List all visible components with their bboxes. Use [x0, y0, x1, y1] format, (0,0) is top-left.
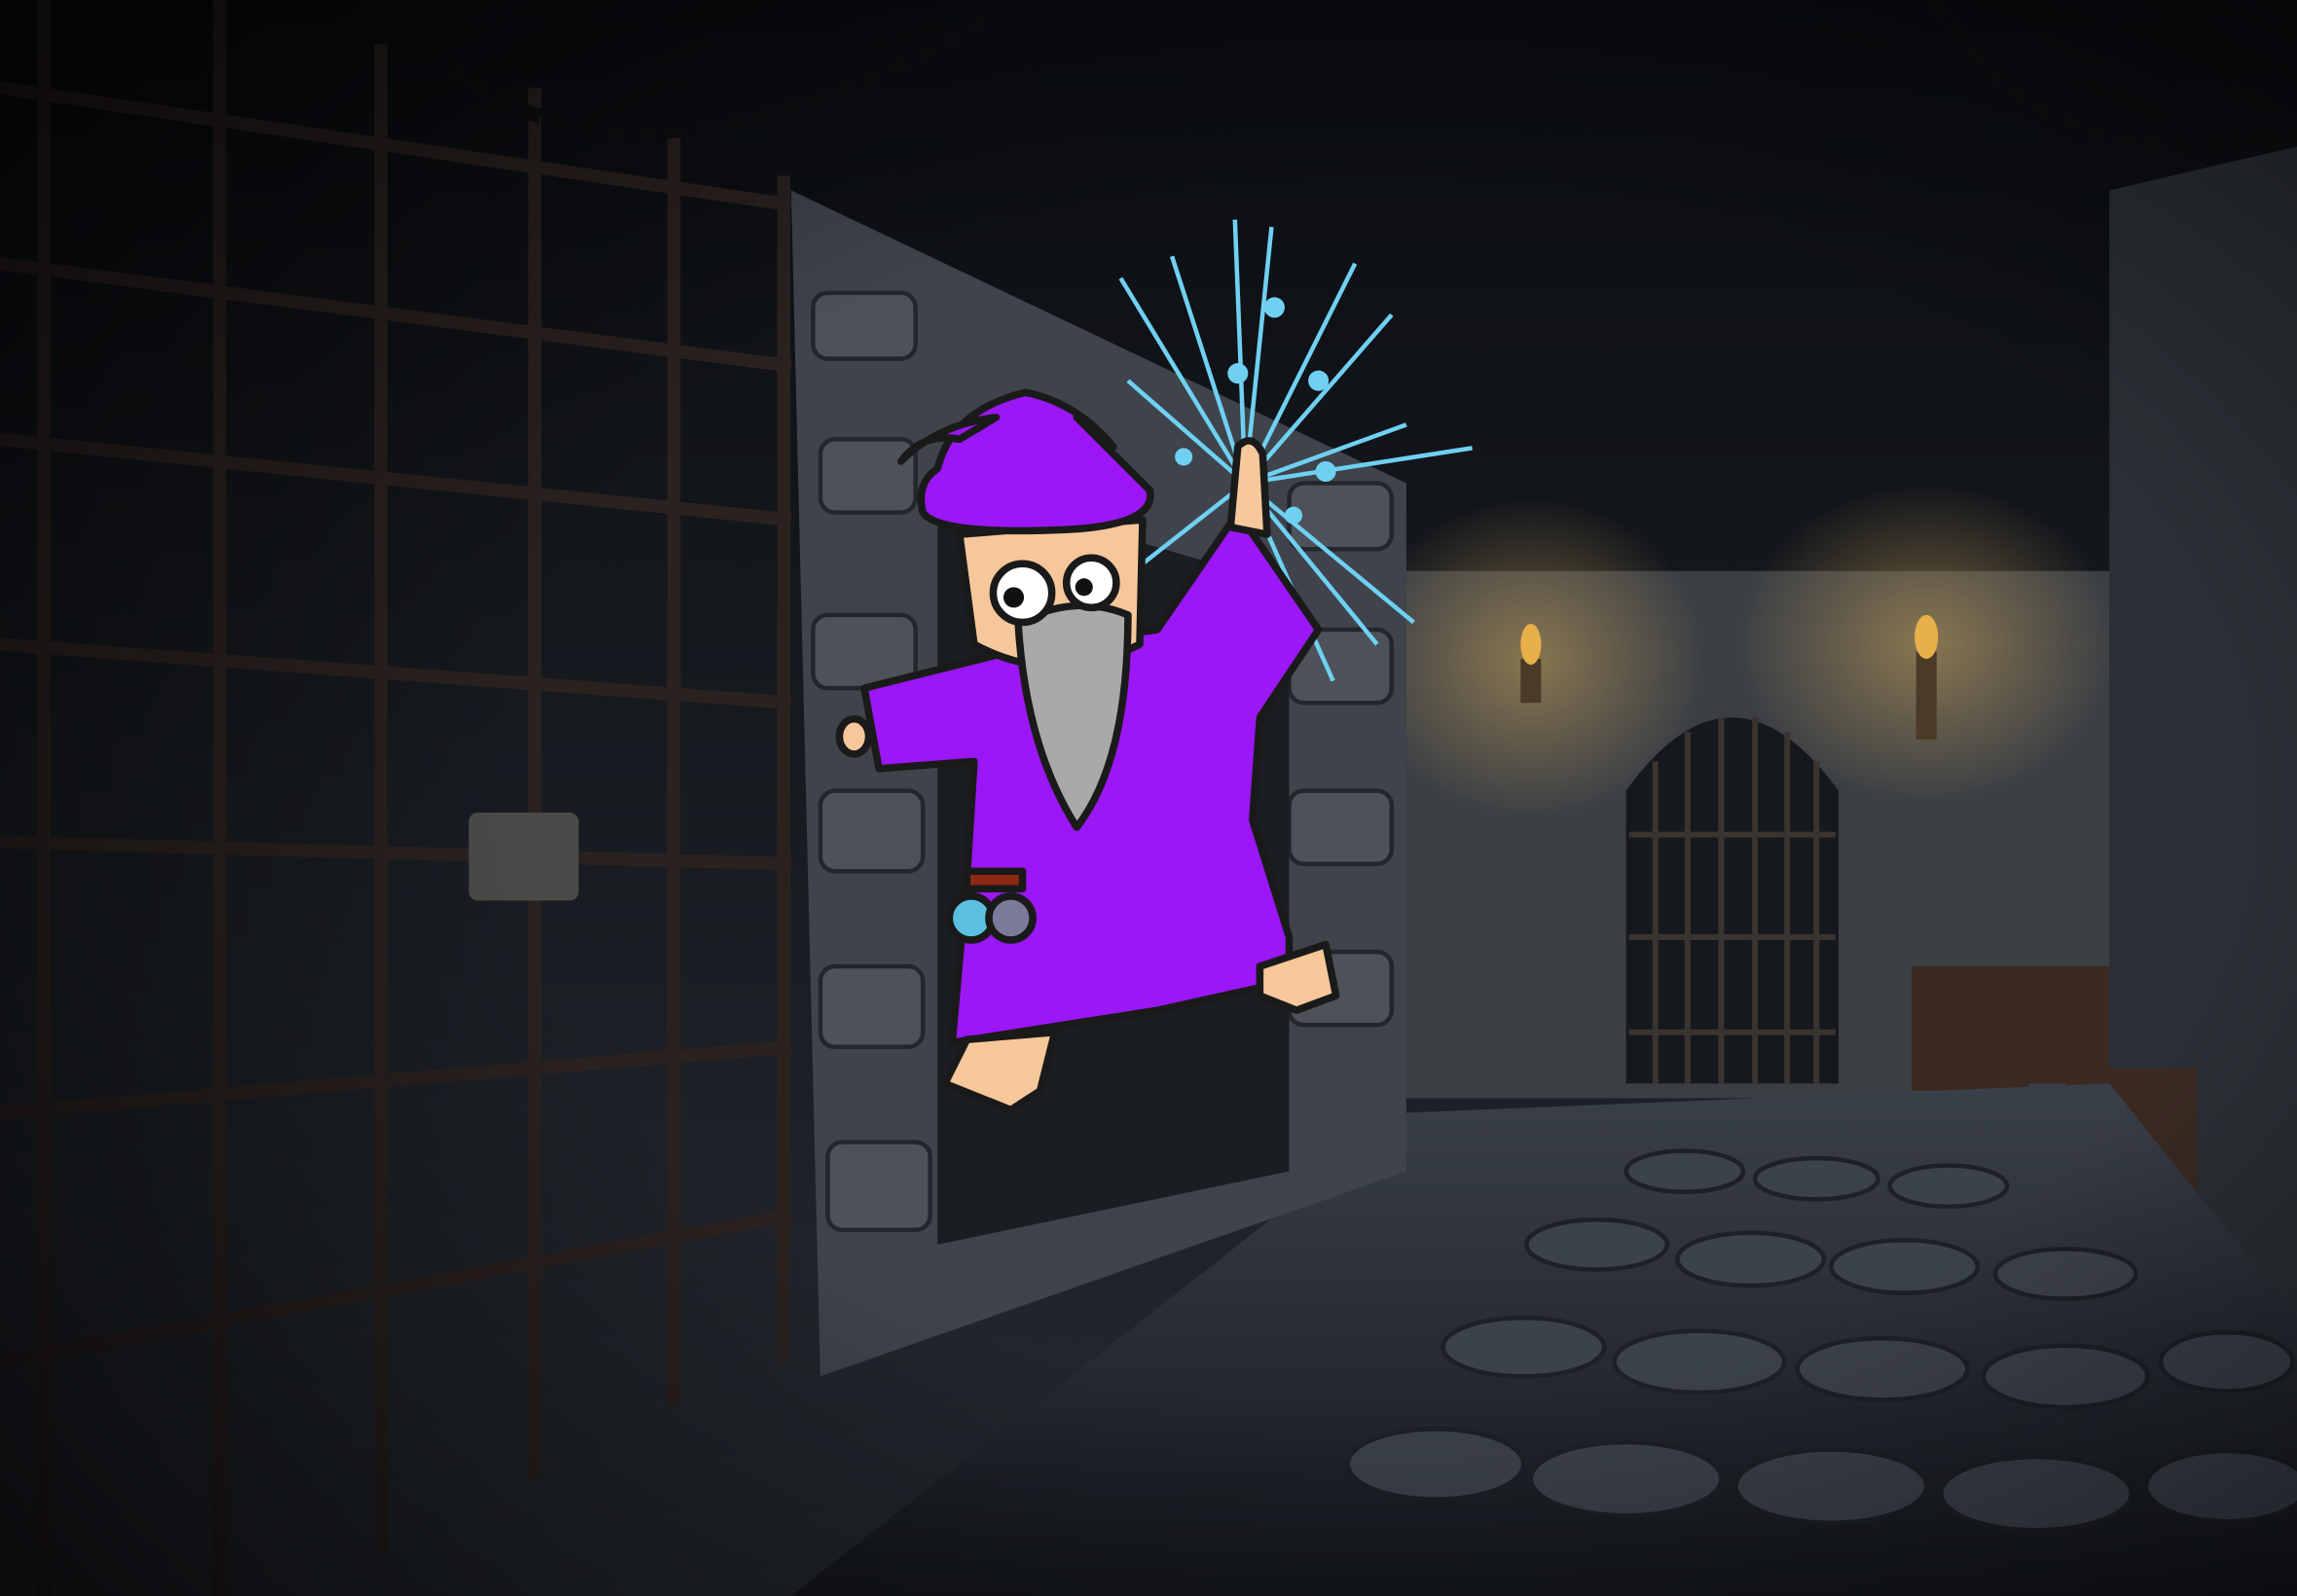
wizard-raised-hand: [1226, 437, 1271, 538]
wizard-pupil-left: [1003, 587, 1025, 608]
wizard-left-hand: [835, 714, 873, 758]
wizard-pupil-right: [1075, 578, 1093, 597]
game-scene: [0, 0, 2297, 1596]
